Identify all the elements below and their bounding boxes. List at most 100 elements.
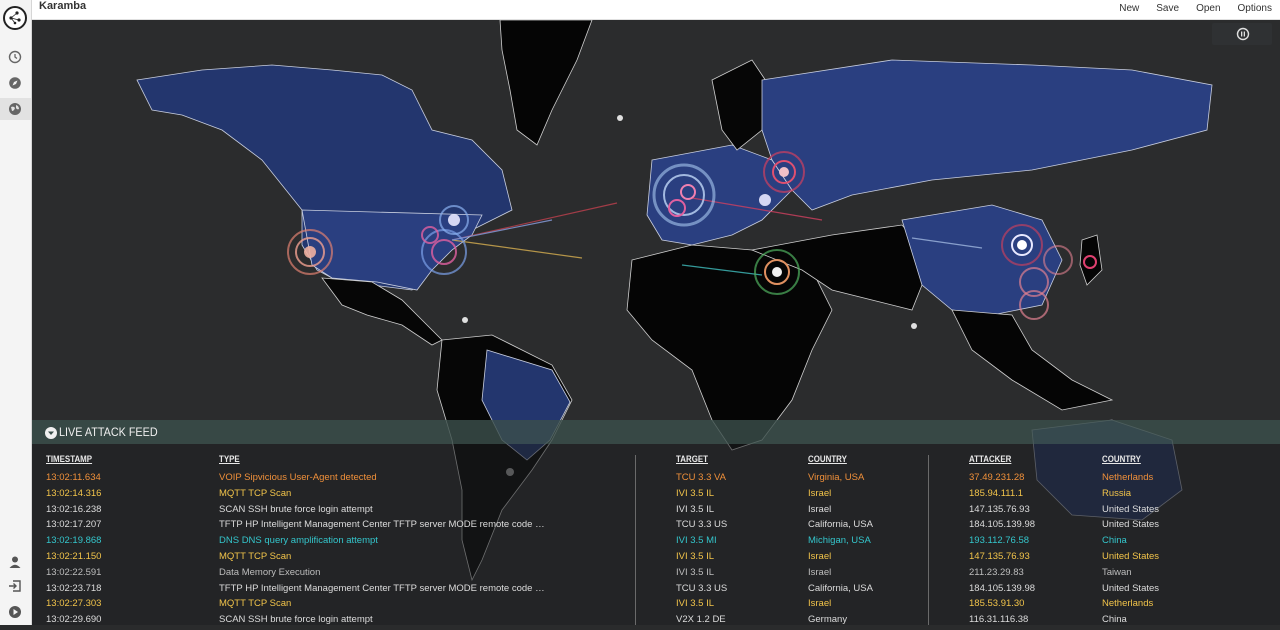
row-target-country: Israel — [808, 598, 832, 610]
pause-icon — [1236, 27, 1250, 41]
row-target: TCU 3.3 US — [676, 519, 728, 531]
row-target: IVI 3.5 IL — [676, 551, 715, 562]
left-sidebar — [0, 0, 32, 625]
row-timestamp: 13:02:16.238 — [46, 503, 102, 515]
row-type: TFTP HP Intelligent Management Center TF… — [219, 582, 549, 594]
row-type: MQTT TCP Scan — [219, 598, 292, 610]
row-attacker: 184.105.139.98 — [969, 519, 1036, 531]
row-attacker-country: United States — [1102, 519, 1160, 531]
russia-shape — [761, 59, 1213, 211]
row-target: IVI 3.5 IL — [676, 566, 715, 578]
row-attacker: 185.53.91.30 — [969, 598, 1025, 610]
row-timestamp: 13:02:27.303 — [46, 598, 102, 610]
menu-save[interactable]: Save — [1156, 3, 1179, 14]
row-target: IVI 3.5 MI — [676, 535, 717, 547]
row-attacker: 184.105.139.98 — [969, 582, 1036, 594]
table-row[interactable]: 13:02:27.303 MQTT TCP Scan IVI 3.5 IL Israe… — [32, 598, 1280, 614]
greenland-shape — [499, 20, 593, 146]
row-attacker: 37.49.231.28 — [969, 472, 1025, 483]
row-target-country: California, USA — [808, 582, 873, 594]
row-attacker-country: Taiwan — [1102, 566, 1132, 578]
row-type: SCAN SSH brute force login attempt — [219, 614, 373, 626]
europe-shape — [646, 144, 793, 246]
row-target-country: Israel — [808, 487, 832, 499]
row-target-country: Israel — [808, 503, 832, 515]
row-attacker: 185.94.111.1 — [969, 487, 1024, 499]
row-type: MQTT TCP Scan — [219, 551, 292, 562]
china-shape — [901, 204, 1063, 316]
row-target-country: Israel — [808, 566, 832, 578]
table-row[interactable]: 13:02:21.150 MQTT TCP Scan IVI 3.5 IL Israe… — [32, 551, 1280, 567]
user-icon[interactable] — [8, 555, 22, 569]
pause-button[interactable] — [1212, 23, 1272, 45]
row-type: MQTT TCP Scan — [219, 487, 292, 499]
history-icon[interactable] — [8, 50, 22, 64]
row-attacker: 116.31.116.38 — [969, 614, 1029, 626]
globe-icon[interactable] — [8, 102, 22, 116]
row-attacker-country: United States — [1102, 551, 1160, 562]
feed-title: LIVE ATTACK FEED — [59, 425, 158, 439]
header-timestamp[interactable]: TIMESTAMP — [46, 454, 92, 464]
row-attacker: 193.112.76.58 — [969, 535, 1030, 547]
app-title: Karamba — [39, 0, 87, 12]
row-attacker: 147.135.76.93 — [969, 551, 1030, 562]
row-attacker-country: Netherlands — [1102, 598, 1154, 610]
row-target: IVI 3.5 IL — [676, 487, 715, 499]
row-attacker-country: United States — [1102, 582, 1160, 594]
table-row[interactable]: 13:02:14.316 MQTT TCP Scan IVI 3.5 IL Israe… — [32, 488, 1280, 504]
row-target: IVI 3.5 IL — [676, 598, 715, 610]
row-timestamp: 13:02:23.718 — [46, 582, 102, 594]
row-attacker: 147.135.76.93 — [969, 503, 1030, 515]
row-attacker-country: China — [1102, 535, 1127, 547]
row-type: SCAN SSH brute force login attempt — [219, 503, 373, 515]
table-row[interactable]: 13:02:19.868 DNS DNS query amplification … — [32, 535, 1280, 551]
row-attacker-country: Netherlands — [1102, 472, 1154, 483]
row-type: TFTP HP Intelligent Management Center TF… — [219, 519, 549, 531]
top-menu: New Save Open Options — [1102, 3, 1272, 14]
row-target: V2X 1.2 DE — [676, 614, 726, 626]
row-target-country: Israel — [808, 551, 832, 562]
menu-options[interactable]: Options — [1238, 3, 1272, 14]
table-row[interactable]: 13:02:23.718 TFTP HP Intelligent Manageme… — [32, 583, 1280, 599]
row-type: Data Memory Execution — [219, 566, 321, 578]
table-row[interactable]: 13:02:17.207 TFTP HP Intelligent Manageme… — [32, 519, 1280, 535]
menu-new[interactable]: New — [1119, 3, 1139, 14]
header-target[interactable]: TARGET — [676, 454, 708, 464]
row-type: VOIP Sipvicious User-Agent detected — [219, 472, 377, 483]
row-timestamp: 13:02:19.868 — [46, 535, 102, 547]
row-target: TCU 3.3 VA — [676, 472, 726, 483]
header-target-country[interactable]: COUNTRY — [808, 454, 847, 464]
row-timestamp: 13:02:11.634 — [46, 472, 101, 483]
row-timestamp: 13:02:22.591 — [46, 566, 102, 578]
row-timestamp: 13:02:14.316 — [46, 487, 102, 499]
app-logo[interactable] — [3, 6, 27, 30]
row-target: TCU 3.3 US — [676, 582, 728, 594]
row-timestamp: 13:02:29.690 — [46, 614, 102, 626]
row-target: IVI 3.5 IL — [676, 503, 715, 515]
table-row[interactable]: 13:02:29.690 SCAN SSH brute force login a… — [32, 614, 1280, 630]
row-type: DNS DNS query amplification attempt — [219, 535, 378, 547]
play-icon[interactable] — [8, 605, 22, 619]
row-timestamp: 13:02:21.150 — [46, 551, 102, 562]
header-attacker-country[interactable]: COUNTRY — [1102, 454, 1141, 464]
row-attacker-country: Russia — [1102, 487, 1132, 499]
header-type[interactable]: TYPE — [219, 454, 240, 464]
table-row[interactable]: 13:02:22.591 Data Memory Execution IVI 3.5… — [32, 567, 1280, 583]
table-row[interactable]: 13:02:11.634 VOIP Sipvicious User-Agent d… — [32, 472, 1280, 488]
compass-icon[interactable] — [8, 76, 22, 90]
mexico-shape — [321, 277, 443, 346]
header-attacker[interactable]: ATTACKER — [969, 454, 1011, 464]
row-timestamp: 13:02:17.207 — [46, 519, 102, 531]
row-target-country: California, USA — [808, 519, 873, 531]
row-target-country: Germany — [808, 614, 848, 626]
row-target-country: Virginia, USA — [808, 472, 865, 483]
se-asia-shape — [951, 309, 1114, 411]
row-attacker-country: China — [1102, 614, 1127, 626]
table-row[interactable]: 13:02:16.238 SCAN SSH brute force login a… — [32, 504, 1280, 520]
menu-open[interactable]: Open — [1196, 3, 1220, 14]
chevron-down-icon[interactable] — [45, 426, 57, 444]
top-bar: Karamba New Save Open Options — [0, 0, 1280, 20]
live-attack-feed-header[interactable]: LIVE ATTACK FEED — [32, 420, 1280, 444]
live-attack-feed: TIMESTAMP TYPE TARGET COUNTRY ATTACKER C… — [32, 444, 1280, 625]
logout-icon[interactable] — [8, 579, 22, 593]
